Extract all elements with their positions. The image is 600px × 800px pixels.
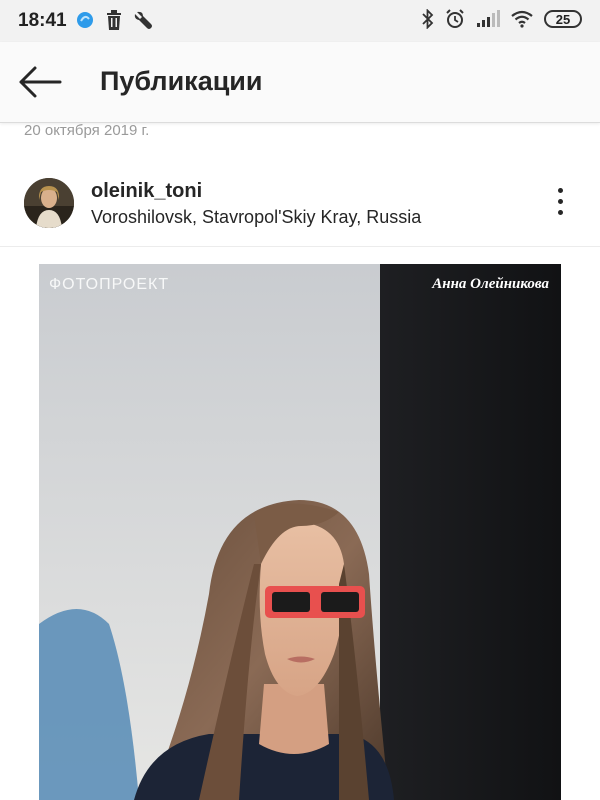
location-link[interactable]: Voroshilovsk, Stavropol'Skiy Kray, Russi… [91,207,421,228]
status-bar: 18:41 25 [0,0,600,42]
battery-icon: 25 [544,10,582,28]
more-options-button[interactable] [548,188,572,220]
post-photo [39,264,561,800]
app-header: Публикации [0,42,600,123]
status-left-icons [76,10,154,30]
wifi-icon [511,10,533,28]
post-image[interactable]: ФОТОПРОЕКТ Анна Олейникова [39,264,561,800]
wrench-icon [134,11,152,29]
alarm-icon [446,9,464,28]
trash-icon [107,10,121,30]
avatar-image [24,178,74,228]
page-title: Публикации [100,66,263,96]
more-vertical-icon [557,188,563,193]
avatar[interactable] [24,178,74,228]
bluetooth-icon [422,9,434,29]
back-button[interactable] [16,62,62,102]
photo-caption-left: ФОТОПРОЕКТ [49,276,170,293]
battery-level: 25 [555,11,571,27]
more-vertical-icon-dot [557,210,563,215]
app-notification-icon [77,12,93,28]
photo-caption-right: Анна Олейникова [432,276,549,292]
status-time: 18:41 [18,10,67,31]
signal-icon [477,10,500,27]
username-link[interactable]: oleinik_toni [91,180,202,203]
post-date: 20 октября 2019 г. [24,122,150,139]
post-header: oleinik_toni Voroshilovsk, Stavropol'Ski… [0,160,600,247]
arrow-left-icon [19,66,62,98]
more-vertical-icon-dot [557,199,563,204]
status-right-icons: 25 [422,9,582,29]
